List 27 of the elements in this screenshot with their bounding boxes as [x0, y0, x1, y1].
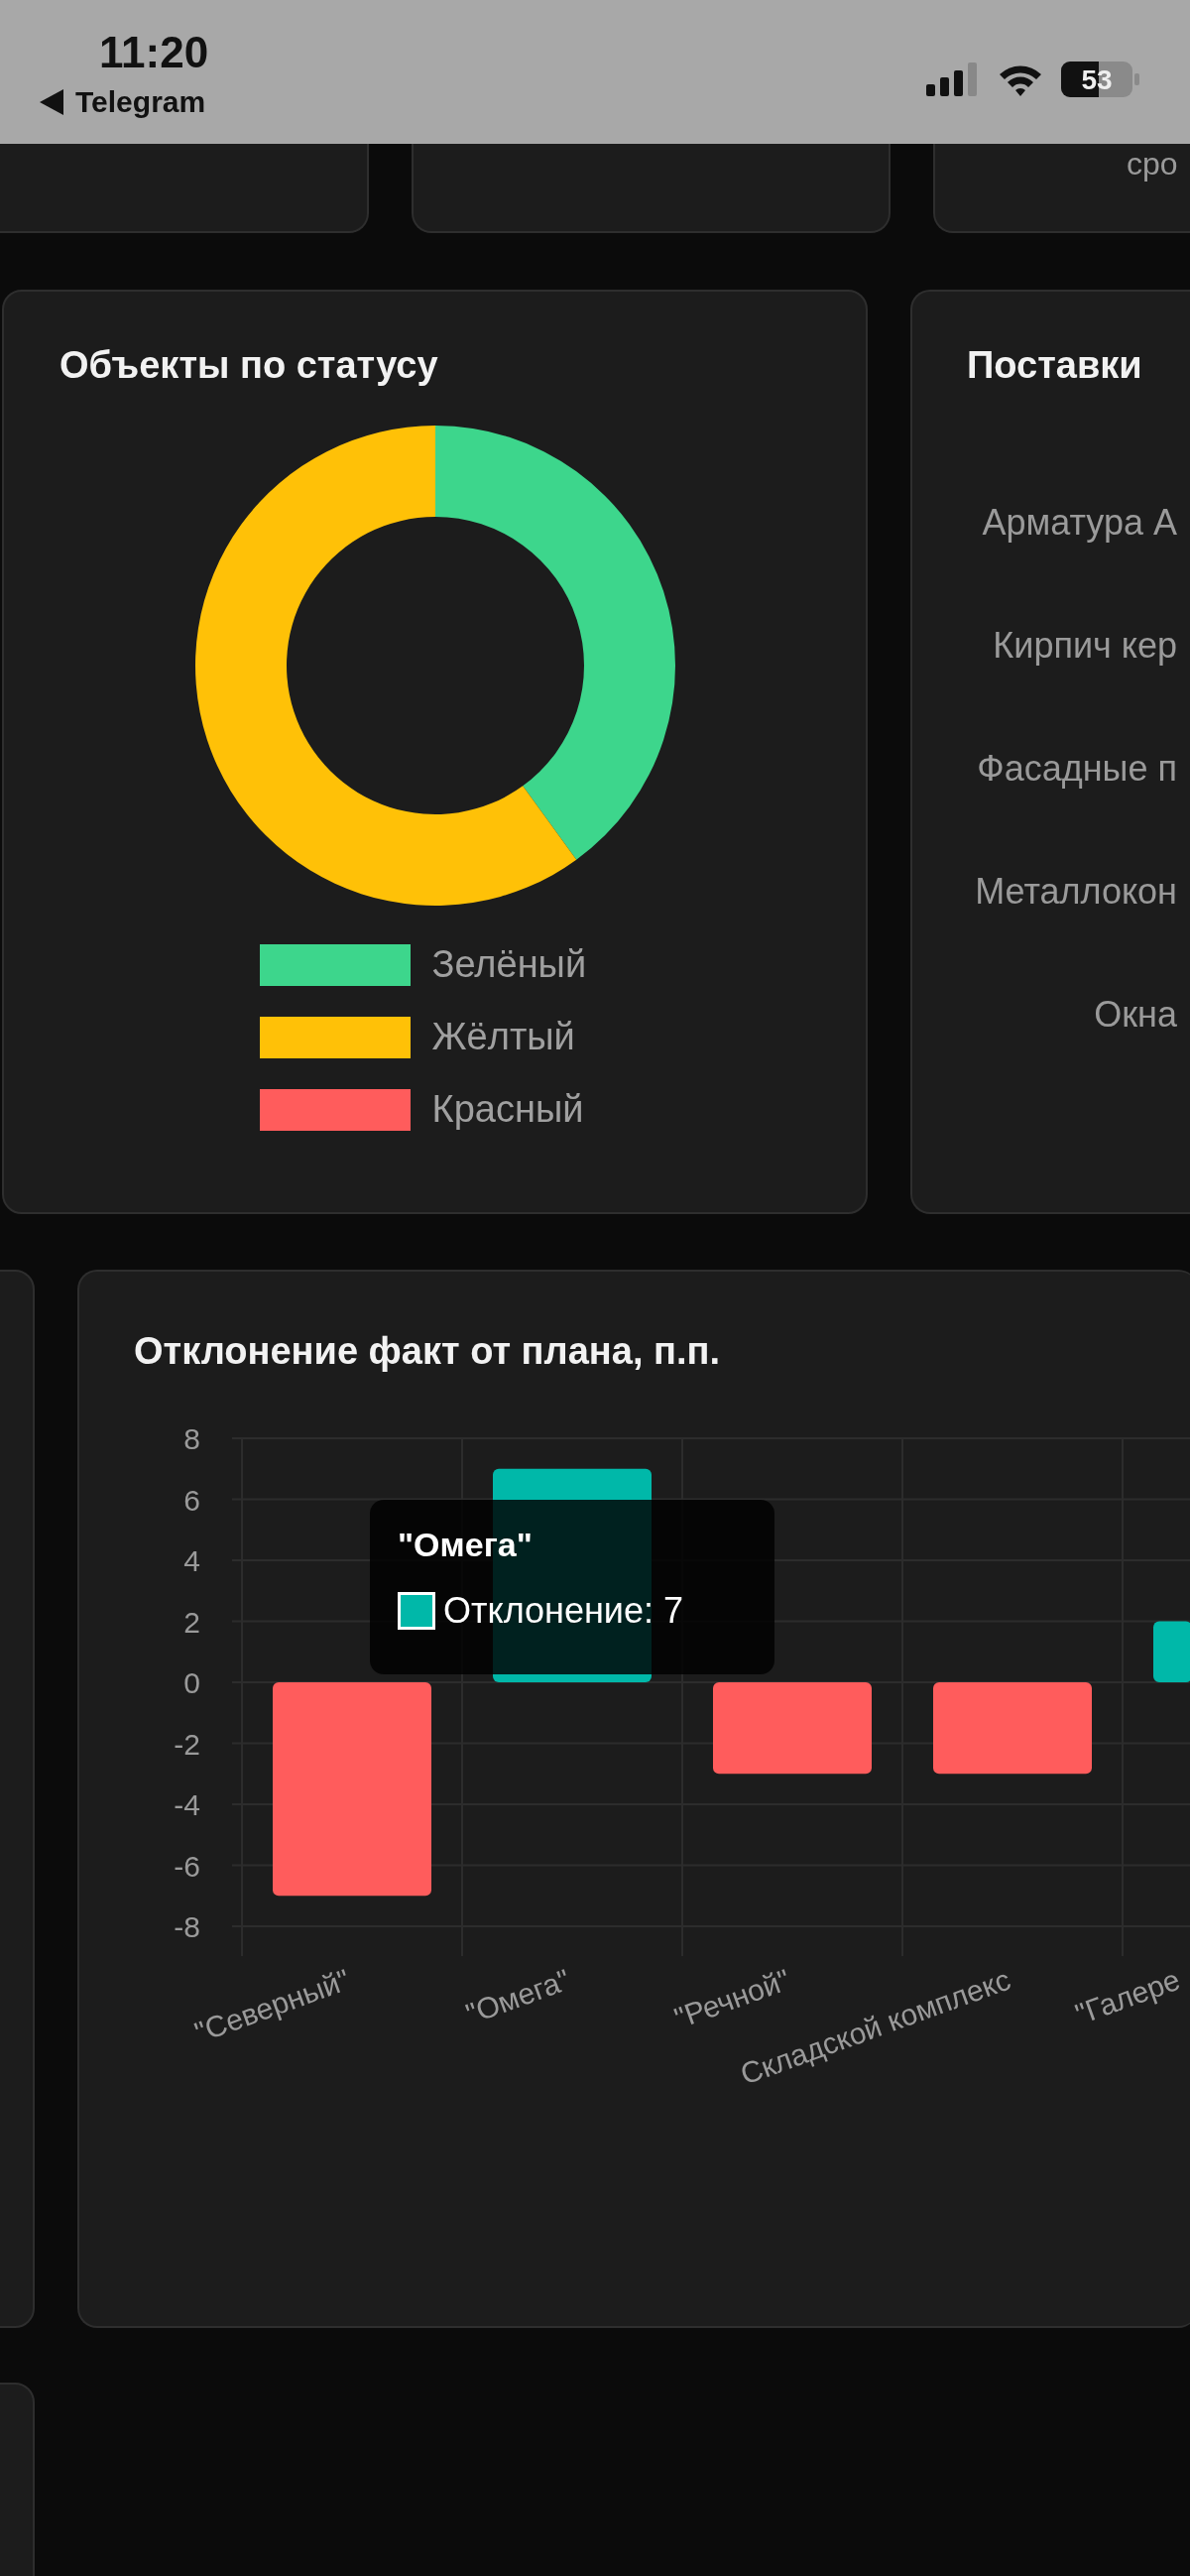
delivery-label: Окна [1093, 993, 1177, 1037]
delivery-label: Кирпич кер [992, 624, 1177, 668]
battery-percentage: 53 [1081, 64, 1113, 95]
axis-tick-label: 8 [183, 1422, 200, 1455]
tooltip-title: "Омега" [398, 1526, 534, 1564]
axis-tick-label: -8 [174, 1910, 200, 1943]
axis-tick-label: -4 [174, 1788, 200, 1821]
card-title: Поставки [967, 344, 1142, 386]
delivery-label: Металлокон [974, 870, 1177, 914]
axis-tick-label: -6 [174, 1849, 200, 1883]
category-label: "Омега" [461, 1962, 575, 2030]
legend-label: Красный [431, 1088, 585, 1131]
tooltip-value: Отклонение: 7 [443, 1590, 684, 1632]
axis-tick-label: 6 [183, 1483, 200, 1517]
card-text: сро [1126, 145, 1178, 183]
legend-label: Жёлтый [431, 1016, 576, 1058]
axis-tick-label: 0 [183, 1666, 200, 1699]
axis-tick-label: -2 [174, 1727, 200, 1761]
axis-tick-label: 4 [183, 1544, 200, 1577]
card-title: Объекты по статусу [60, 343, 439, 388]
legend-label: Зелёный [431, 943, 588, 986]
axis-tick-label: 2 [183, 1605, 200, 1639]
delivery-label: Фасадные п [976, 747, 1177, 791]
category-label: "Галере [1070, 1962, 1185, 2031]
card-title: Отклонение факт от плана, п.п. [134, 1330, 721, 1372]
status-time: 11:20 [99, 28, 209, 77]
delivery-label: Арматура А [981, 501, 1177, 545]
